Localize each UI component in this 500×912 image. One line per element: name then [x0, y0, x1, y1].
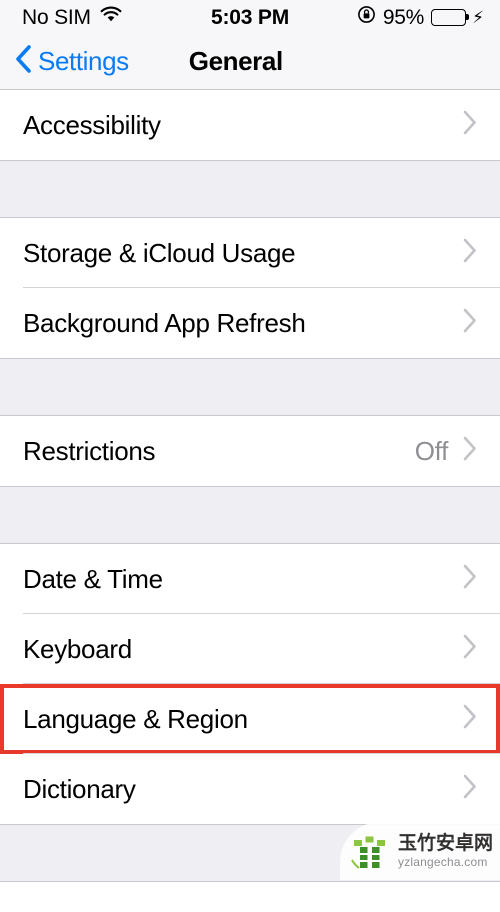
chevron-left-icon	[14, 44, 32, 79]
status-bar: No SIM 5:03 PM 95% ⚡︎	[0, 0, 500, 34]
settings-section: Date & Time Keyboard Language & Region Dict…	[0, 544, 500, 824]
settings-row-accessibility[interactable]: Accessibility	[0, 90, 500, 160]
chevron-right-icon	[462, 563, 478, 595]
back-button-label: Settings	[38, 46, 129, 76]
settings-list: Accessibility Storage & iCloud Usage Backg…	[0, 90, 500, 912]
row-label: Language & Region	[23, 703, 248, 734]
chevron-right-icon	[462, 633, 478, 665]
row-label: Storage & iCloud Usage	[23, 237, 296, 268]
section-gap	[0, 824, 500, 882]
section-gap	[0, 486, 500, 544]
list-bottom-spacer	[0, 882, 500, 912]
section-gap	[0, 358, 500, 416]
settings-row-language-and-region[interactable]: Language & Region	[0, 684, 500, 754]
section-gap	[0, 160, 500, 218]
chevron-right-icon	[462, 773, 478, 805]
settings-row-restrictions[interactable]: Restrictions Off	[0, 416, 500, 486]
navigation-bar: Settings General	[0, 34, 500, 90]
chevron-right-icon	[462, 435, 478, 467]
clock-label: 5:03 PM	[211, 5, 289, 29]
settings-row-dictionary[interactable]: Dictionary	[0, 754, 500, 824]
row-value: Off	[414, 435, 449, 466]
rotation-lock-icon	[357, 5, 376, 29]
back-button[interactable]: Settings	[14, 44, 129, 79]
settings-row-date-and-time[interactable]: Date & Time	[0, 544, 500, 614]
row-label: Restrictions	[23, 435, 156, 466]
settings-section: Restrictions Off	[0, 416, 500, 486]
row-label: Background App Refresh	[23, 307, 306, 338]
chevron-right-icon	[462, 109, 478, 141]
row-label: Keyboard	[23, 633, 132, 664]
wifi-icon	[100, 6, 122, 28]
row-label: Accessibility	[23, 109, 161, 140]
battery-icon	[431, 8, 470, 26]
status-bar-right: 95% ⚡︎	[357, 5, 484, 29]
status-bar-left: No SIM	[22, 6, 122, 28]
page-title: General	[188, 46, 283, 76]
settings-row-background-app-refresh[interactable]: Background App Refresh	[0, 288, 500, 358]
settings-section: Accessibility	[0, 90, 500, 160]
row-label: Date & Time	[23, 563, 163, 594]
settings-section: Storage & iCloud Usage Background App Ref…	[0, 218, 500, 358]
chevron-right-icon	[462, 237, 478, 269]
settings-row-storage-and-icloud-usage[interactable]: Storage & iCloud Usage	[0, 218, 500, 288]
lightning-bolt-icon: ⚡︎	[472, 7, 484, 27]
carrier-label: No SIM	[22, 5, 91, 29]
chevron-right-icon	[462, 703, 478, 735]
row-label: Dictionary	[23, 773, 136, 804]
settings-row-keyboard[interactable]: Keyboard	[0, 614, 500, 684]
chevron-right-icon	[462, 307, 478, 339]
battery-percentage-label: 95%	[382, 5, 425, 29]
